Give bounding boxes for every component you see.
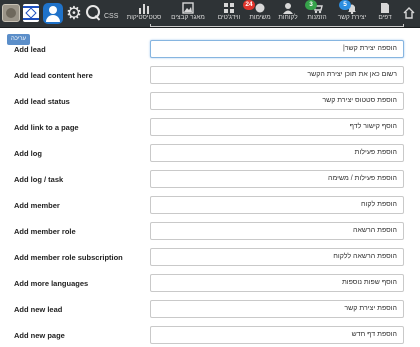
row-label: Add new lead (14, 305, 63, 314)
row-label: Add member role (14, 227, 76, 236)
row-label: Add new page (14, 331, 65, 340)
nav-label: משימות (249, 14, 271, 21)
tasks-badge: 24 (243, 0, 255, 10)
translation-input[interactable]: הוספת פעילות / משימה (150, 170, 404, 188)
row-label: Add lead (14, 45, 46, 54)
row-label: Add more languages (14, 279, 89, 288)
row-label: Add log / task (14, 175, 64, 184)
translation-input[interactable]: הוספת סטטוס יצירת קשר (150, 92, 404, 110)
partial-field (150, 24, 404, 27)
nav-label: יצירת קשר (337, 14, 367, 21)
list-item: Add log / task הוספת פעילות / משימה (0, 169, 420, 191)
nav-label: מאגר קבצים (171, 14, 205, 21)
list-item: Add member role הוספת הרשאה (0, 221, 420, 243)
collapse-icon[interactable] (402, 5, 416, 21)
translation-input[interactable]: הוספת הרשאה ללקוח (150, 248, 404, 266)
list-item: Add new lead הוספת יצירת קשר (0, 299, 420, 321)
css-link[interactable]: CSS (104, 13, 118, 20)
translation-input[interactable]: הוספת דף חדש (150, 326, 404, 344)
translation-input[interactable]: הוספה יצירת קשר| (150, 40, 404, 58)
list-item: Add lead הוספה יצירת קשר| (0, 39, 420, 61)
translation-input[interactable]: הוסף שפות נוספות (150, 274, 404, 292)
image-icon (182, 2, 194, 14)
grid-icon (223, 2, 235, 14)
translation-input[interactable]: הוספת הרשאה (150, 222, 404, 240)
nav-orders[interactable]: 3 הזמנות (302, 0, 332, 26)
nav-label: לקוחות (278, 14, 298, 21)
nav-file-manager[interactable]: מאגר קבצים (166, 1, 210, 26)
nav-label: ווידג'טים (217, 14, 241, 21)
task-icon (254, 2, 266, 14)
row-label: Add member role subscription (14, 253, 123, 262)
row-label: Add link to a page (14, 123, 79, 132)
translation-input[interactable]: רשום כאן את תוכן יצירת הקשר (150, 66, 404, 84)
page-icon (379, 2, 391, 14)
list-item: Add more languages הוסף שפות נוספות (0, 273, 420, 295)
nav-label: דפים (378, 14, 392, 21)
user-icon (282, 2, 294, 14)
list-item: Add log הוספת פעילות (0, 143, 420, 165)
bar-chart-icon (138, 2, 150, 14)
translation-input[interactable]: הוספת יצירת קשר (150, 300, 404, 318)
orders-badge: 3 (305, 0, 317, 10)
row-label: Add log (14, 149, 42, 158)
nav-label: סטטיסטיקות (126, 14, 162, 21)
row-label: Add lead status (14, 97, 70, 106)
nav-tasks[interactable]: 24 משימות (243, 0, 275, 26)
list-item: Add link to a page הוסף קישור לדף (0, 117, 420, 139)
list-item: Add member הוספת לקוח (0, 195, 420, 217)
israel-flag-icon[interactable] (23, 4, 39, 22)
translation-input[interactable]: הוסף קישור לדף (150, 118, 404, 136)
profile-icon[interactable] (43, 3, 63, 24)
site-avatar-icon[interactable] (2, 4, 20, 22)
list-item: Add new page הוספת דף חדש (0, 325, 420, 347)
list-item: Add lead status הוספת סטטוס יצירת קשר (0, 91, 420, 113)
nav-pages[interactable]: דפים (372, 1, 398, 26)
nav-contact-requests[interactable]: 5 יצירת קשר (334, 0, 370, 26)
list-item: Add lead content here רשום כאן את תוכן י… (0, 65, 420, 87)
search-icon[interactable] (85, 4, 103, 22)
contact-requests-badge: 5 (339, 0, 351, 10)
translation-input[interactable]: הוספת לקוח (150, 196, 404, 214)
nav-label: הזמנות (307, 14, 327, 21)
gear-icon[interactable]: ⚙ (65, 4, 83, 22)
row-label: Add member (14, 201, 60, 210)
translation-input[interactable]: הוספת פעילות (150, 144, 404, 162)
row-label: Add lead content here (14, 71, 93, 80)
nav-statistics[interactable]: סטטיסטיקות (122, 1, 166, 26)
list-item: Add member role subscription הוספת הרשאה… (0, 247, 420, 269)
nav-customers[interactable]: לקוחות (275, 1, 301, 26)
